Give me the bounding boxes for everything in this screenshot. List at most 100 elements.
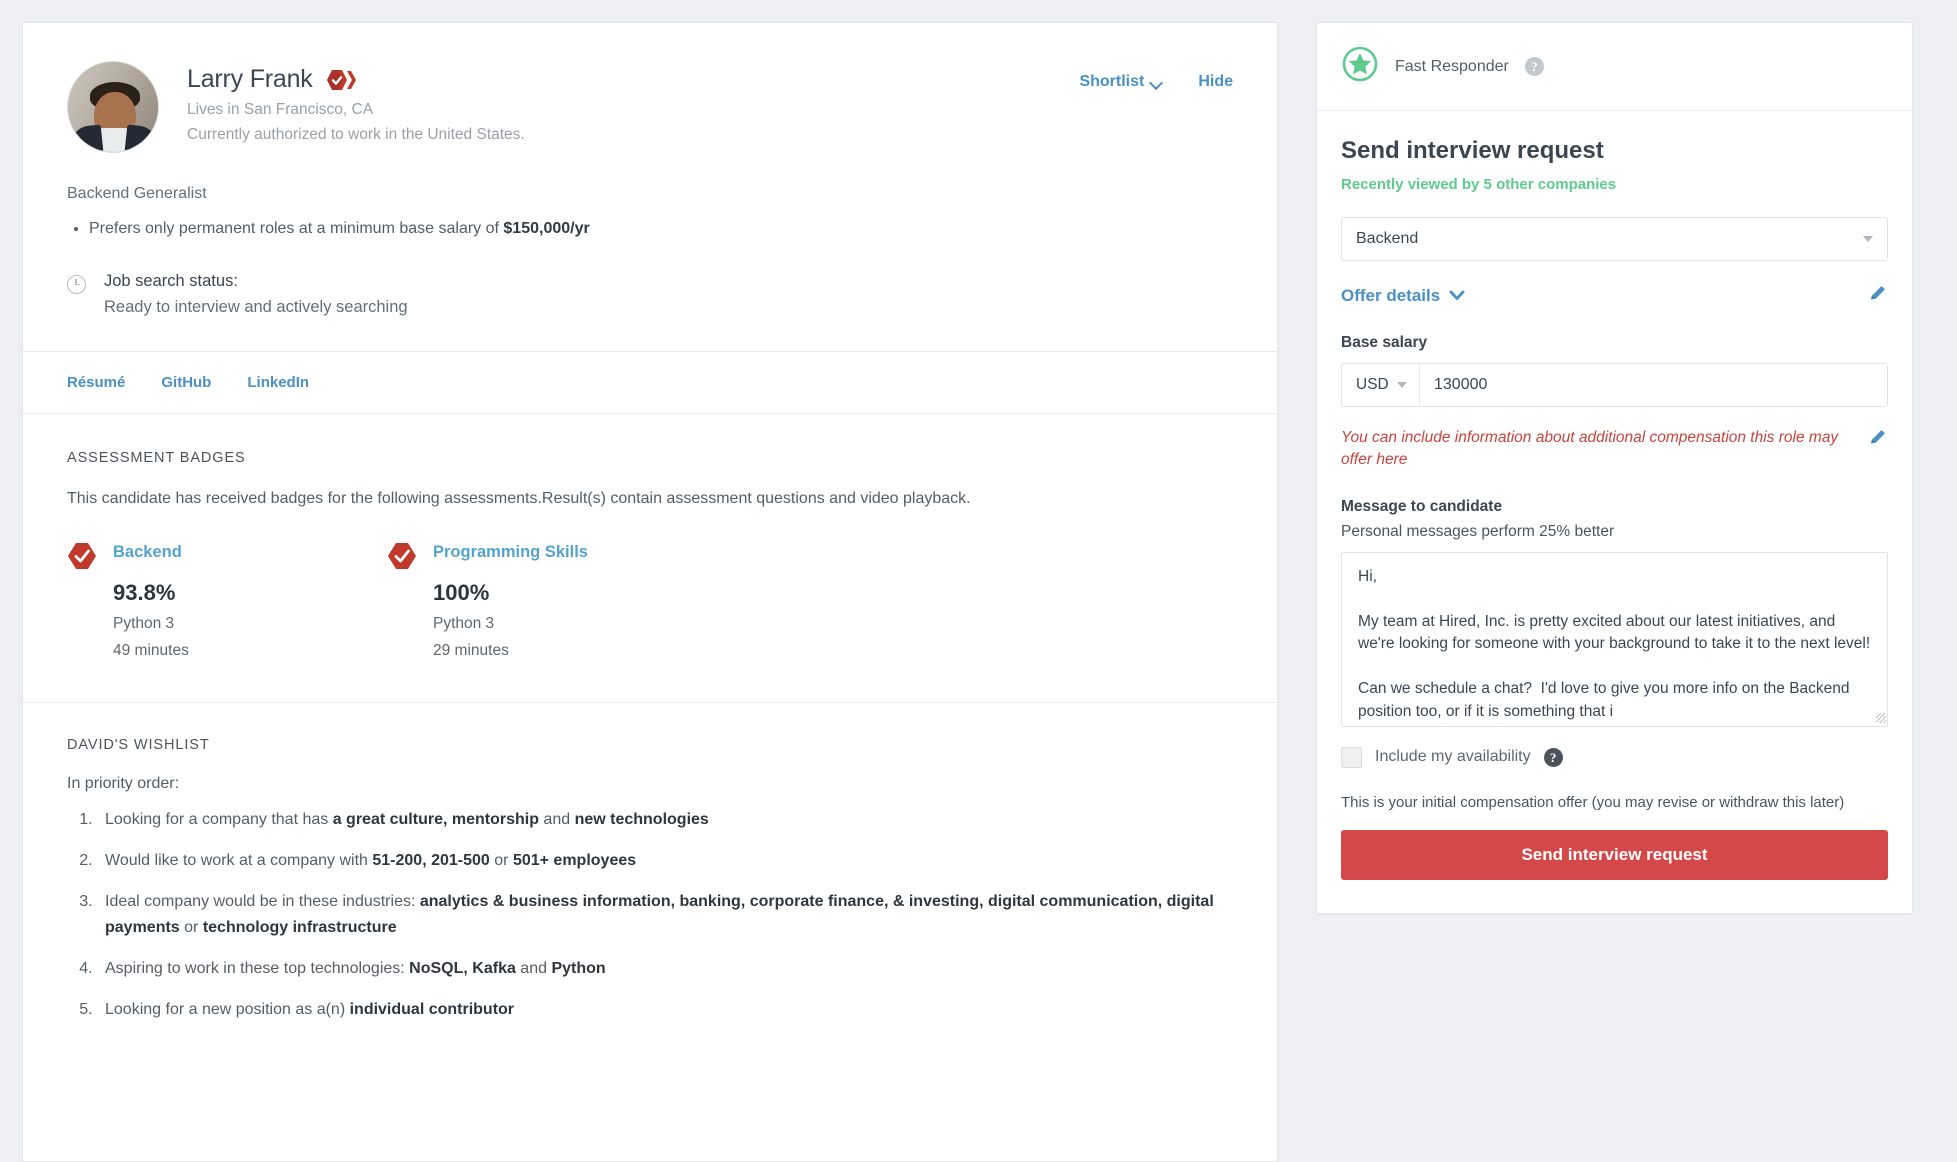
badge-name[interactable]: Backend bbox=[113, 543, 189, 562]
wishlist-highlight: 51-200, 201-500 bbox=[372, 852, 489, 869]
preferences-list: Prefers only permanent roles at a minimu… bbox=[67, 217, 1233, 242]
candidate-location: Lives in San Francisco, CA bbox=[187, 101, 1079, 119]
wishlist-highlight: 501+ employees bbox=[513, 852, 636, 869]
clock-icon bbox=[67, 275, 86, 294]
wishlist-text: Ideal company would be in these industri… bbox=[105, 893, 420, 910]
help-icon[interactable]: ? bbox=[1525, 57, 1544, 76]
list-item: Aspiring to work in these top technologi… bbox=[97, 956, 1233, 981]
link-github[interactable]: GitHub bbox=[161, 374, 211, 391]
currency-value: USD bbox=[1356, 376, 1389, 394]
left-column: Larry Frank Lives in San Francisco, CA C… bbox=[0, 0, 1300, 1162]
list-item: Prefers only permanent roles at a minimu… bbox=[89, 217, 1233, 242]
interview-request-form: Send interview request Recently viewed b… bbox=[1317, 111, 1912, 880]
assessment-badges-grid: Backend 93.8% Python 3 49 minutes bbox=[23, 508, 1277, 702]
badge-hex-icon bbox=[387, 542, 417, 660]
edit-pencil-icon[interactable] bbox=[1868, 283, 1888, 308]
hide-label: Hide bbox=[1198, 73, 1233, 91]
badge-name[interactable]: Programming Skills bbox=[433, 543, 588, 562]
list-item: Looking for a new position as a(n) indiv… bbox=[97, 997, 1233, 1022]
wishlist-text: or bbox=[180, 919, 203, 936]
profile-header: Larry Frank Lives in San Francisco, CA C… bbox=[23, 23, 1277, 153]
preference-text: Prefers only permanent roles at a minimu… bbox=[89, 220, 503, 237]
list-item: Would like to work at a company with 51-… bbox=[97, 848, 1233, 873]
list-item: Looking for a company that has a great c… bbox=[97, 807, 1233, 832]
shortlist-button[interactable]: Shortlist bbox=[1079, 73, 1162, 91]
avatar bbox=[67, 61, 159, 153]
send-interview-request-button[interactable]: Send interview request bbox=[1341, 830, 1888, 880]
link-linkedin[interactable]: LinkedIn bbox=[247, 374, 309, 391]
profile-header-actions: Shortlist Hide bbox=[1079, 61, 1233, 153]
candidate-profile-card: Larry Frank Lives in San Francisco, CA C… bbox=[22, 22, 1278, 1162]
badge-score: 93.8% bbox=[113, 580, 189, 606]
badge-duration: 49 minutes bbox=[113, 642, 189, 660]
profile-header-text: Larry Frank Lives in San Francisco, CA C… bbox=[159, 61, 1079, 153]
offer-details-label: Offer details bbox=[1341, 286, 1440, 306]
wishlist-highlight: Python bbox=[551, 960, 605, 977]
right-column: Fast Responder ? Send interview request … bbox=[1300, 0, 1935, 1162]
offer-details-row: Offer details bbox=[1341, 283, 1888, 308]
fast-responder-label: Fast Responder bbox=[1395, 58, 1509, 76]
additional-compensation-text: You can include information about additi… bbox=[1341, 427, 1858, 472]
assessment-badges-title: ASSESSMENT BADGES bbox=[23, 414, 1277, 466]
badge-language: Python 3 bbox=[113, 615, 189, 633]
interview-request-panel: Fast Responder ? Send interview request … bbox=[1316, 22, 1913, 914]
wishlist-text: Would like to work at a company with bbox=[105, 852, 372, 869]
panel-title: Send interview request bbox=[1341, 137, 1888, 165]
preference-salary: $150,000/yr bbox=[503, 220, 589, 237]
currency-select[interactable]: USD bbox=[1342, 364, 1420, 406]
badge-hex-icon bbox=[67, 542, 97, 660]
status-label: Job search status: bbox=[104, 272, 408, 291]
help-icon[interactable]: ? bbox=[1544, 748, 1563, 767]
message-textarea[interactable]: Hi, My team at Hired, Inc. is pretty exc… bbox=[1341, 552, 1888, 727]
base-salary-label: Base salary bbox=[1341, 334, 1888, 352]
candidate-name-row: Larry Frank bbox=[187, 65, 1079, 94]
candidate-authorization: Currently authorized to work in the Unit… bbox=[187, 126, 1079, 144]
resize-grip-icon[interactable] bbox=[1876, 713, 1886, 723]
chevron-down-icon bbox=[1397, 382, 1407, 388]
wishlist-items: Looking for a company that has a great c… bbox=[23, 807, 1277, 1023]
badge-score: 100% bbox=[433, 580, 588, 606]
wishlist-highlight: technology infrastructure bbox=[203, 919, 397, 936]
wishlist-highlight: individual contributor bbox=[350, 1001, 514, 1018]
shortlist-label: Shortlist bbox=[1079, 73, 1144, 91]
verified-badge-icon bbox=[325, 70, 359, 90]
star-badge-icon bbox=[1341, 45, 1379, 88]
role-select-value: Backend bbox=[1356, 230, 1418, 248]
badge-duration: 29 minutes bbox=[433, 642, 588, 660]
additional-compensation-note: You can include information about additi… bbox=[1341, 427, 1888, 472]
role-select[interactable]: Backend bbox=[1341, 217, 1888, 261]
job-search-status: Job search status: Ready to interview an… bbox=[67, 272, 1233, 351]
role-section: Backend Generalist Prefers only permanen… bbox=[23, 153, 1277, 351]
wishlist-text: and bbox=[516, 960, 552, 977]
availability-label: Include my availability bbox=[1375, 748, 1531, 766]
edit-pencil-icon[interactable] bbox=[1868, 427, 1888, 472]
wishlist-highlight: new technologies bbox=[575, 811, 709, 828]
hide-button[interactable]: Hide bbox=[1198, 73, 1233, 91]
compensation-footer-note: This is your initial compensation offer … bbox=[1341, 792, 1888, 815]
wishlist-text: Looking for a company that has bbox=[105, 811, 333, 828]
assessment-badge-programming-skills: Programming Skills 100% Python 3 29 minu… bbox=[387, 542, 707, 660]
wishlist-highlight: NoSQL, Kafka bbox=[409, 960, 516, 977]
badge-language: Python 3 bbox=[433, 615, 588, 633]
chevron-down-icon bbox=[1151, 77, 1162, 88]
wishlist-text: Aspiring to work in these top technologi… bbox=[105, 960, 409, 977]
wishlist-highlight: a great culture, mentorship bbox=[333, 811, 539, 828]
page-title: Larry Frank bbox=[187, 65, 313, 94]
chevron-down-icon bbox=[1449, 286, 1465, 306]
role-title: Backend Generalist bbox=[67, 185, 1233, 203]
base-salary-field: USD bbox=[1341, 363, 1888, 407]
salary-input[interactable] bbox=[1420, 364, 1887, 406]
wishlist-text: and bbox=[539, 811, 575, 828]
profile-links: Résumé GitHub LinkedIn bbox=[23, 352, 1277, 413]
fast-responder-row: Fast Responder ? bbox=[1317, 23, 1912, 111]
offer-details-toggle[interactable]: Offer details bbox=[1341, 286, 1465, 306]
wishlist-text: Looking for a new position as a(n) bbox=[105, 1001, 350, 1018]
message-subtext: Personal messages perform 25% better bbox=[1341, 523, 1888, 541]
message-header: Message to candidate bbox=[1341, 498, 1888, 516]
list-item: Ideal company would be in these industri… bbox=[97, 889, 1233, 940]
wishlist-text: or bbox=[490, 852, 513, 869]
assessment-badge-backend: Backend 93.8% Python 3 49 minutes bbox=[67, 542, 387, 660]
assessment-badges-description: This candidate has received badges for t… bbox=[23, 466, 1277, 508]
include-availability-checkbox[interactable] bbox=[1341, 747, 1362, 768]
link-resume[interactable]: Résumé bbox=[67, 374, 125, 391]
